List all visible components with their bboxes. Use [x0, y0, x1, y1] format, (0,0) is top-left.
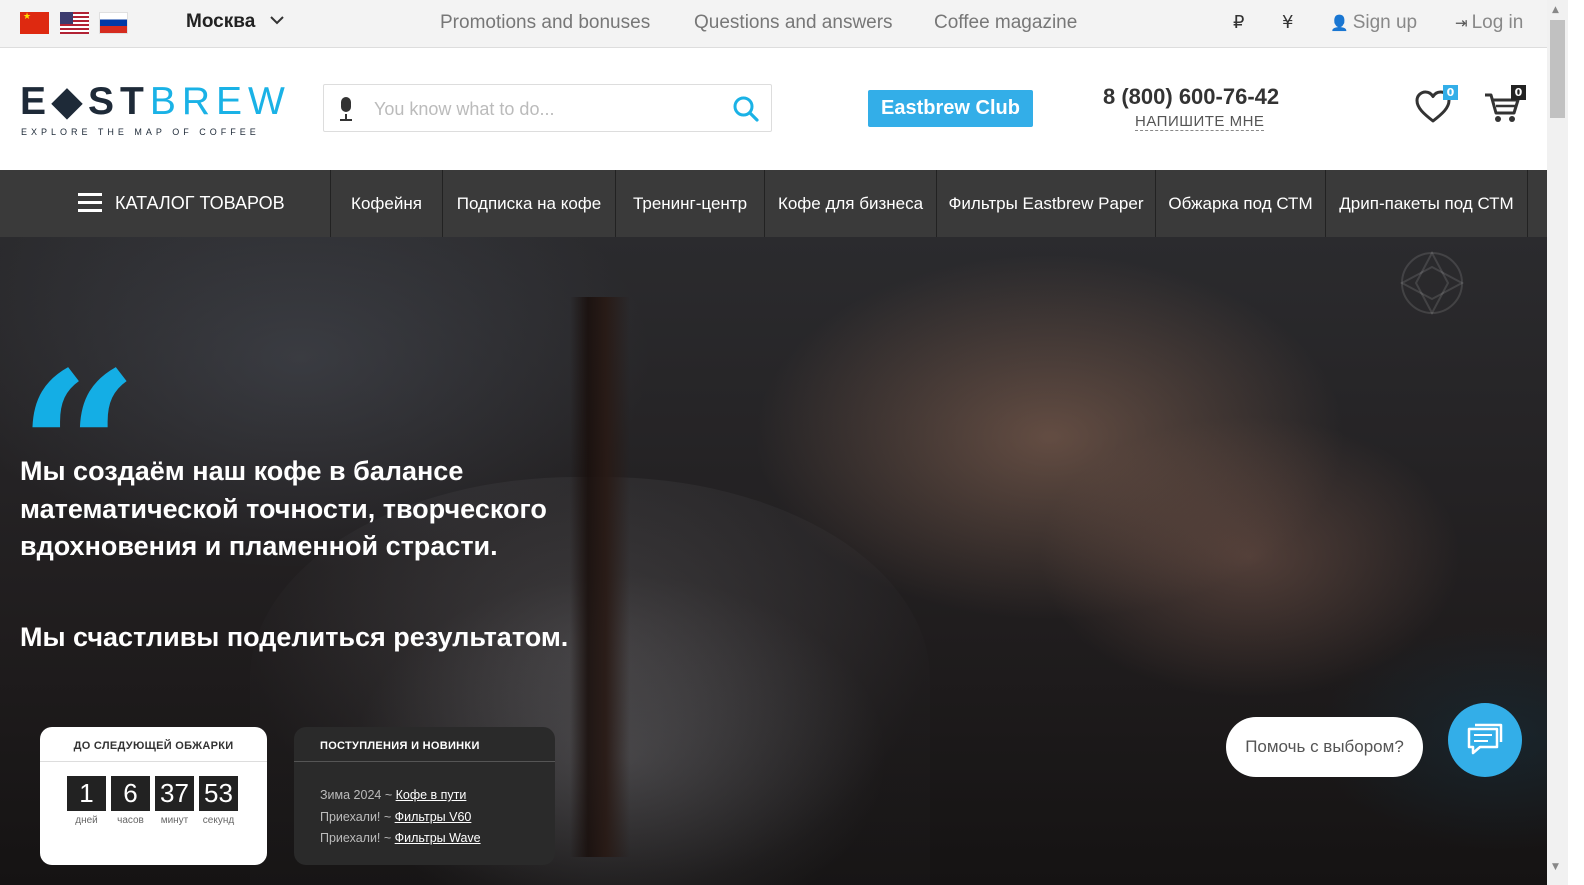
nav-item-business-coffee[interactable]: Кофе для бизнеса — [764, 170, 936, 237]
search-input[interactable] — [372, 93, 716, 125]
scroll-up-icon[interactable]: ▲ — [1552, 5, 1559, 15]
us-flag-icon[interactable] — [60, 12, 89, 34]
window-edge — [1568, 0, 1584, 885]
cart-icon — [1483, 93, 1523, 130]
login-link[interactable]: ⇥ Log in — [1455, 12, 1523, 34]
countdown-hours-label: часов — [117, 815, 144, 826]
news-card: ПОСТУПЛЕНИЯ И НОВИНКИ Зима 2024 ~ Кофе в… — [294, 727, 555, 865]
logo[interactable]: E◆STBREW EXPLORE THE MAP OF COFFEE — [20, 80, 285, 140]
news-item: Приехали! ~ Фильтры V60 — [320, 810, 472, 824]
wishlist-button[interactable]: 0 — [1414, 85, 1458, 130]
page-scrollbar[interactable] — [1547, 0, 1568, 885]
search-box — [323, 84, 772, 132]
countdown-days: 1 — [67, 776, 106, 811]
quote-mark-icon: “ — [18, 326, 139, 573]
roast-countdown-title: ДО СЛЕДУЮЩЕЙ ОБЖАРКИ — [73, 740, 234, 752]
main-navigation: КАТАЛОГ ТОВАРОВ Кофейня Подписка на кофе… — [0, 170, 1547, 237]
city-selector[interactable]: Москва — [186, 11, 255, 33]
catalog-button[interactable]: КАТАЛОГ ТОВАРОВ — [0, 170, 330, 237]
signup-label: Sign up — [1352, 12, 1418, 33]
header: E◆STBREW EXPLORE THE MAP OF COFFEE Eastb… — [0, 48, 1547, 170]
countdown-minutes: 37 — [155, 776, 194, 811]
hero-banner: “ Мы создаём наш кофе в балансе математи… — [0, 237, 1547, 885]
chevron-down-icon[interactable] — [270, 13, 284, 29]
countdown-minutes-label: минут — [160, 815, 189, 826]
countdown-seconds: 53 — [199, 776, 238, 811]
nav-item-coffeehouse[interactable]: Кофейня — [330, 170, 442, 237]
scroll-down-icon[interactable]: ▼ — [1552, 862, 1559, 872]
login-label: Log in — [1471, 12, 1524, 33]
scrollbar-thumb[interactable] — [1550, 20, 1565, 118]
signup-link[interactable]: 👤 Sign up — [1330, 12, 1417, 34]
eastbrew-club-button[interactable]: Eastbrew Club — [868, 90, 1033, 127]
coffee-magazine-link[interactable]: Coffee magazine — [934, 12, 1077, 34]
cart-button[interactable]: 0 — [1483, 85, 1527, 130]
nav-item-subscription[interactable]: Подписка на кофе — [442, 170, 615, 237]
logo-wordmark: E◆STBREW — [20, 80, 291, 123]
news-link[interactable]: Фильтры V60 — [395, 810, 472, 824]
coffee-stream-decoration — [570, 297, 630, 857]
chat-icon — [1448, 723, 1522, 781]
roast-countdown-card: ДО СЛЕДУЮЩЕЙ ОБЖАРКИ 1 6 37 53 дней часо… — [40, 727, 267, 865]
currency-rub[interactable]: ₽ — [1233, 12, 1244, 33]
hamburger-menu-icon — [78, 193, 102, 213]
user-icon: 👤 — [1330, 15, 1349, 32]
cn-flag-icon[interactable]: ★ — [20, 12, 49, 34]
heart-icon — [1414, 90, 1452, 130]
nav-item-private-label-roasting[interactable]: Обжарка под СТМ — [1155, 170, 1325, 237]
faq-link[interactable]: Questions and answers — [694, 12, 893, 34]
news-link[interactable]: Кофе в пути — [396, 788, 467, 802]
search-icon[interactable] — [732, 95, 760, 123]
top-bar: ★ Москва Promotions and bonuses Question… — [0, 0, 1547, 48]
hero-headline: Мы создаём наш кофе в балансе математиче… — [20, 456, 547, 561]
countdown-days-label: дней — [75, 815, 98, 826]
news-item: Зима 2024 ~ Кофе в пути — [320, 788, 467, 802]
login-icon: ⇥ — [1455, 15, 1468, 32]
nav-item-drip-bags[interactable]: Дрип-пакеты под СТМ — [1325, 170, 1528, 237]
phone-number[interactable]: 8 (800) 600-76-42 — [1103, 84, 1279, 110]
drop-logo-icon — [1398, 249, 1466, 317]
logo-tagline: EXPLORE THE MAP OF COFFEE — [21, 127, 260, 137]
help-choose-bubble[interactable]: Помочь с выбором? — [1226, 717, 1423, 777]
cart-count-badge: 0 — [1511, 85, 1526, 100]
ru-flag-icon[interactable] — [99, 12, 128, 34]
currency-cny[interactable]: ¥ — [1282, 12, 1293, 33]
promotions-link[interactable]: Promotions and bonuses — [440, 12, 650, 34]
countdown-seconds-label: секунд — [202, 815, 235, 826]
catalog-label: КАТАЛОГ ТОВАРОВ — [115, 193, 285, 213]
news-card-title: ПОСТУПЛЕНИЯ И НОВИНКИ — [320, 740, 480, 752]
nav-item-filters-paper[interactable]: Фильтры Eastbrew Paper — [936, 170, 1155, 237]
chat-button[interactable] — [1448, 703, 1522, 777]
countdown-hours: 6 — [111, 776, 150, 811]
write-me-link[interactable]: НАПИШИТЕ МНЕ — [1135, 113, 1265, 131]
microphone-icon[interactable] — [340, 97, 352, 121]
wishlist-count-badge: 0 — [1443, 85, 1458, 100]
nav-item-training-center[interactable]: Тренинг-центр — [615, 170, 764, 237]
news-item: Приехали! ~ Фильтры Wave — [320, 831, 481, 845]
news-link[interactable]: Фильтры Wave — [395, 831, 481, 845]
hero-subheadline: Мы счастливы поделиться результатом. — [20, 622, 569, 652]
